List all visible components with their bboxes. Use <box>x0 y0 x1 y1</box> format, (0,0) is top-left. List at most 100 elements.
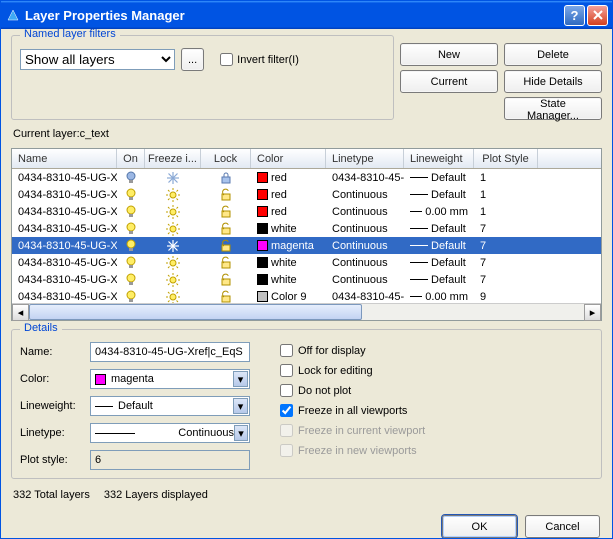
cell-plotstyle: 9 <box>474 291 538 303</box>
table-row[interactable]: 0434-8310-45-UG-Xre redContinuous 0.00 m… <box>12 203 601 220</box>
table-row[interactable]: 0434-8310-45-UG-Xre whiteContinuous Defa… <box>12 254 601 271</box>
lock-icon <box>219 290 233 304</box>
scroll-left-icon[interactable]: ◂ <box>12 304 29 321</box>
scroll-track[interactable] <box>29 304 584 320</box>
bulb-icon <box>125 290 137 304</box>
freeze-icon <box>166 188 180 202</box>
cell-linetype: Continuous <box>326 240 404 252</box>
column-header[interactable]: Color <box>251 149 326 168</box>
cell-on <box>117 205 145 219</box>
linetype-combo[interactable]: Continuous ▾ <box>90 423 250 443</box>
cell-freeze <box>145 290 201 304</box>
column-header[interactable]: Plot Style <box>474 149 538 168</box>
name-field[interactable] <box>90 342 250 362</box>
lineweight-combo[interactable]: Default ▾ <box>90 396 250 416</box>
cell-freeze <box>145 188 201 202</box>
cell-on <box>117 222 145 236</box>
cell-color: red <box>251 206 326 218</box>
off-display-check[interactable]: Off for display <box>280 344 425 357</box>
details-legend: Details <box>20 322 62 334</box>
cell-plotstyle: 7 <box>474 274 538 286</box>
state-manager-button[interactable]: State Manager... <box>504 97 602 120</box>
cell-lineweight: Default <box>404 189 474 201</box>
filter-select[interactable]: Show all layers <box>20 49 175 70</box>
content-area: Named layer filters Show all layers ... … <box>1 29 612 538</box>
column-header[interactable]: Lock <box>201 149 251 168</box>
column-header[interactable]: Name <box>12 149 117 168</box>
scroll-thumb[interactable] <box>29 304 362 320</box>
table-row[interactable]: 0434-8310-45-UG-Xre red0434-8310-45-UG D… <box>12 169 601 186</box>
chevron-down-icon[interactable]: ▾ <box>234 425 248 441</box>
cell-name: 0434-8310-45-UG-Xre <box>12 274 117 286</box>
cell-on <box>117 290 145 304</box>
invert-filter-check[interactable]: Invert filter(I) <box>220 53 299 66</box>
help-button[interactable]: ? <box>564 5 585 26</box>
color-swatch-icon <box>257 189 268 200</box>
cell-lock <box>201 205 251 219</box>
cell-linetype: 0434-8310-45-UG <box>326 291 404 303</box>
chevron-down-icon[interactable]: ▾ <box>233 398 248 414</box>
chevron-down-icon[interactable]: ▾ <box>233 371 248 387</box>
details-group: Details Name: Color: magenta ▾ Lineweigh… <box>11 329 602 479</box>
cell-plotstyle: 1 <box>474 172 538 184</box>
lock-icon <box>219 188 233 202</box>
color-swatch-icon <box>257 223 268 234</box>
color-swatch-icon <box>257 257 268 268</box>
cell-plotstyle: 7 <box>474 223 538 235</box>
new-button[interactable]: New <box>400 43 498 66</box>
cell-plotstyle: 1 <box>474 206 538 218</box>
cell-color: white <box>251 274 326 286</box>
table-headers: NameOnFreeze i...LockColorLinetypeLinewe… <box>12 149 601 169</box>
cell-linetype: 0434-8310-45-UG <box>326 172 404 184</box>
table-row[interactable]: 0434-8310-45-UG-Xre whiteContinuous Defa… <box>12 220 601 237</box>
cell-lineweight: 0.00 mm <box>404 206 474 218</box>
freeze-all-check[interactable]: Freeze in all viewports <box>280 404 425 417</box>
ok-button[interactable]: OK <box>442 515 517 538</box>
color-combo[interactable]: magenta ▾ <box>90 369 250 389</box>
freeze-icon <box>166 239 180 253</box>
status-total: 332 Total layers <box>13 489 90 501</box>
color-swatch-icon <box>257 274 268 285</box>
cell-plotstyle: 7 <box>474 257 538 269</box>
current-button[interactable]: Current <box>400 70 498 93</box>
plotstyle-field <box>90 450 250 470</box>
bulb-icon <box>125 273 137 287</box>
cancel-button[interactable]: Cancel <box>525 515 600 538</box>
lock-editing-check[interactable]: Lock for editing <box>280 364 425 377</box>
cell-name: 0434-8310-45-UG-Xre <box>12 291 117 303</box>
table-row[interactable]: 0434-8310-45-UG-Xre whiteContinuous Defa… <box>12 271 601 288</box>
column-header[interactable]: On <box>117 149 145 168</box>
invert-filter-checkbox[interactable] <box>220 53 233 66</box>
lock-icon <box>219 171 233 185</box>
h-scrollbar[interactable]: ◂ ▸ <box>12 303 601 320</box>
filter-browse-button[interactable]: ... <box>181 48 204 71</box>
column-header[interactable]: Lineweight <box>404 149 474 168</box>
plotstyle-label: Plot style: <box>20 454 90 466</box>
status-bar: 332 Total layers 332 Layers displayed <box>11 483 602 507</box>
app-icon <box>5 7 21 23</box>
cell-name: 0434-8310-45-UG-Xre <box>12 240 117 252</box>
cell-name: 0434-8310-45-UG-Xre <box>12 257 117 269</box>
bulb-icon <box>125 188 137 202</box>
scroll-right-icon[interactable]: ▸ <box>584 304 601 321</box>
column-header[interactable]: Freeze i... <box>145 149 201 168</box>
cell-lock <box>201 171 251 185</box>
do-not-plot-check[interactable]: Do not plot <box>280 384 425 397</box>
freeze-icon <box>166 205 180 219</box>
lock-icon <box>219 205 233 219</box>
name-label: Name: <box>20 346 90 358</box>
table-row[interactable]: 0434-8310-45-UG-Xre Color 90434-8310-45-… <box>12 288 601 303</box>
cell-lock <box>201 290 251 304</box>
delete-button[interactable]: Delete <box>504 43 602 66</box>
table-row[interactable]: 0434-8310-45-UG-Xre magentaContinuous De… <box>12 237 601 254</box>
titlebar[interactable]: Layer Properties Manager ? <box>1 1 612 29</box>
table-row[interactable]: 0434-8310-45-UG-Xre redContinuous Defaul… <box>12 186 601 203</box>
column-header[interactable]: Linetype <box>326 149 404 168</box>
color-swatch-icon <box>257 291 268 302</box>
hide-details-button[interactable]: Hide Details <box>504 70 602 93</box>
cell-lineweight: Default <box>404 172 474 184</box>
cell-on <box>117 256 145 270</box>
close-button[interactable] <box>587 5 608 26</box>
color-swatch-icon <box>257 172 268 183</box>
filters-legend: Named layer filters <box>20 29 120 40</box>
